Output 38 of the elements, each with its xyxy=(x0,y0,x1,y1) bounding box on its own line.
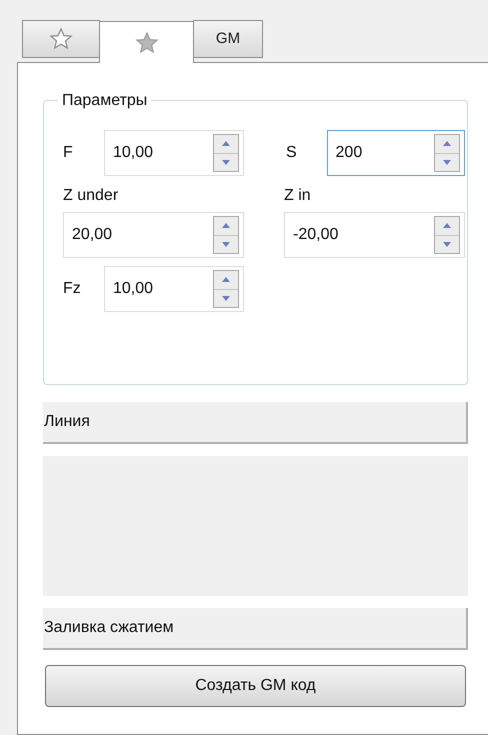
spin-arrows[interactable] xyxy=(434,216,460,254)
field-value: -20,00 xyxy=(293,225,340,245)
up-arrow-icon xyxy=(443,141,451,146)
field-label: S xyxy=(286,144,297,161)
star-icon xyxy=(134,30,158,54)
spin-arrows[interactable] xyxy=(213,270,239,308)
spin-box[interactable]: 10,00 xyxy=(104,130,244,176)
down-arrow-icon xyxy=(222,242,230,247)
field-value: 200 xyxy=(336,143,364,163)
up-arrow-icon xyxy=(443,223,451,228)
tab[interactable] xyxy=(22,20,100,58)
down-arrow-icon xyxy=(443,242,451,247)
field-label: F xyxy=(63,144,73,161)
spin-arrows[interactable] xyxy=(213,134,239,172)
spin-box[interactable]: 10,00 xyxy=(104,266,244,312)
create-button[interactable]: Создать GM код xyxy=(45,665,466,707)
section-header[interactable]: Заливка сжатием xyxy=(43,608,468,650)
spin-box[interactable]: 200 xyxy=(326,130,465,176)
spin-arrows[interactable] xyxy=(213,216,239,254)
tab[interactable]: GM xyxy=(193,20,263,58)
field-label: Fz xyxy=(63,280,81,297)
star-icon xyxy=(49,27,73,51)
up-arrow-icon xyxy=(222,223,230,228)
spin-arrows[interactable] xyxy=(434,134,460,172)
field-label: Z in xyxy=(284,187,311,204)
spin-box[interactable]: 20,00 xyxy=(63,212,244,258)
field-value: 20,00 xyxy=(72,225,114,245)
up-arrow-icon xyxy=(222,277,230,282)
down-arrow-icon xyxy=(222,160,230,165)
down-arrow-icon xyxy=(222,296,230,301)
field-value: 10,00 xyxy=(113,143,154,163)
spin-box[interactable]: -20,00 xyxy=(284,212,465,258)
down-arrow-icon xyxy=(443,160,451,165)
field-label: Z under xyxy=(63,187,118,204)
section-header[interactable]: Линия xyxy=(43,402,468,444)
field-value: 10,00 xyxy=(113,279,154,299)
up-arrow-icon xyxy=(222,141,230,146)
tab[interactable] xyxy=(99,21,194,63)
